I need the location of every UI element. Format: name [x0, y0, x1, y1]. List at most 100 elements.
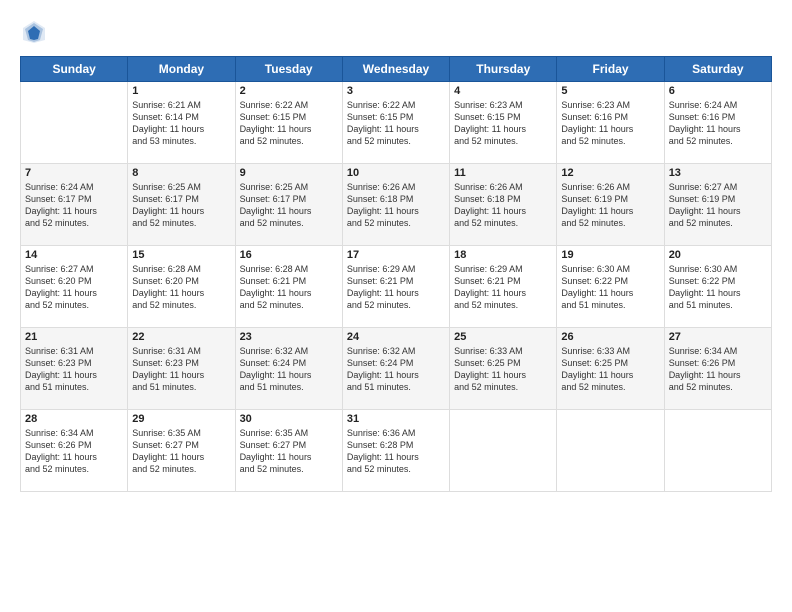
calendar-cell: 20 Sunrise: 6:30 AM Sunset: 6:22 PM Dayli… [664, 246, 771, 328]
week-row-3: 21 Sunrise: 6:31 AM Sunset: 6:23 PM Dayli… [21, 328, 772, 410]
weekday-thursday: Thursday [450, 57, 557, 82]
day-info: Sunrise: 6:27 AM Sunset: 6:20 PM Dayligh… [25, 263, 123, 312]
page: SundayMondayTuesdayWednesdayThursdayFrid… [0, 0, 792, 612]
day-info: Sunrise: 6:35 AM Sunset: 6:27 PM Dayligh… [132, 427, 230, 476]
weekday-header-row: SundayMondayTuesdayWednesdayThursdayFrid… [21, 57, 772, 82]
day-number: 4 [454, 85, 552, 97]
day-number: 16 [240, 249, 338, 261]
day-info: Sunrise: 6:36 AM Sunset: 6:28 PM Dayligh… [347, 427, 445, 476]
calendar-cell: 18 Sunrise: 6:29 AM Sunset: 6:21 PM Dayli… [450, 246, 557, 328]
header [20, 18, 772, 46]
day-number: 3 [347, 85, 445, 97]
calendar-cell [664, 410, 771, 492]
day-number: 11 [454, 167, 552, 179]
day-number: 30 [240, 413, 338, 425]
day-number: 20 [669, 249, 767, 261]
day-info: Sunrise: 6:25 AM Sunset: 6:17 PM Dayligh… [132, 181, 230, 230]
day-number: 28 [25, 413, 123, 425]
calendar-cell: 27Sunrise: 6:34 AM Sunset: 6:26 PM Dayli… [664, 328, 771, 410]
weekday-saturday: Saturday [664, 57, 771, 82]
day-number: 21 [25, 331, 123, 343]
calendar-cell: 5Sunrise: 6:23 AM Sunset: 6:16 PM Daylig… [557, 82, 664, 164]
day-number: 2 [240, 85, 338, 97]
day-info: Sunrise: 6:22 AM Sunset: 6:15 PM Dayligh… [347, 99, 445, 148]
calendar-cell: 6 Sunrise: 6:24 AM Sunset: 6:16 PM Daylig… [664, 82, 771, 164]
week-row-0: 1 Sunrise: 6:21 AM Sunset: 6:14 PM Daylig… [21, 82, 772, 164]
day-info: Sunrise: 6:33 AM Sunset: 6:25 PM Dayligh… [454, 345, 552, 394]
calendar-cell: 8 Sunrise: 6:25 AM Sunset: 6:17 PM Daylig… [128, 164, 235, 246]
day-info: Sunrise: 6:23 AM Sunset: 6:16 PM Dayligh… [561, 99, 659, 148]
day-number: 19 [561, 249, 659, 261]
day-info: Sunrise: 6:24 AM Sunset: 6:16 PM Dayligh… [669, 99, 767, 148]
day-info: Sunrise: 6:23 AM Sunset: 6:15 PM Dayligh… [454, 99, 552, 148]
day-info: Sunrise: 6:32 AM Sunset: 6:24 PM Dayligh… [347, 345, 445, 394]
calendar-cell: 9 Sunrise: 6:25 AM Sunset: 6:17 PM Daylig… [235, 164, 342, 246]
calendar-cell: 12 Sunrise: 6:26 AM Sunset: 6:19 PM Dayli… [557, 164, 664, 246]
day-number: 14 [25, 249, 123, 261]
calendar-cell: 17 Sunrise: 6:29 AM Sunset: 6:21 PM Dayli… [342, 246, 449, 328]
calendar-cell: 10 Sunrise: 6:26 AM Sunset: 6:18 PM Dayli… [342, 164, 449, 246]
day-number: 1 [132, 85, 230, 97]
calendar-cell [557, 410, 664, 492]
day-number: 31 [347, 413, 445, 425]
day-number: 7 [25, 167, 123, 179]
calendar-cell: 26Sunrise: 6:33 AM Sunset: 6:25 PM Dayli… [557, 328, 664, 410]
day-number: 27 [669, 331, 767, 343]
day-number: 17 [347, 249, 445, 261]
weekday-monday: Monday [128, 57, 235, 82]
day-info: Sunrise: 6:30 AM Sunset: 6:22 PM Dayligh… [561, 263, 659, 312]
calendar-cell [450, 410, 557, 492]
day-number: 15 [132, 249, 230, 261]
day-info: Sunrise: 6:32 AM Sunset: 6:24 PM Dayligh… [240, 345, 338, 394]
calendar-cell [21, 82, 128, 164]
day-number: 24 [347, 331, 445, 343]
day-info: Sunrise: 6:35 AM Sunset: 6:27 PM Dayligh… [240, 427, 338, 476]
day-info: Sunrise: 6:28 AM Sunset: 6:21 PM Dayligh… [240, 263, 338, 312]
day-info: Sunrise: 6:31 AM Sunset: 6:23 PM Dayligh… [132, 345, 230, 394]
day-info: Sunrise: 6:30 AM Sunset: 6:22 PM Dayligh… [669, 263, 767, 312]
day-info: Sunrise: 6:25 AM Sunset: 6:17 PM Dayligh… [240, 181, 338, 230]
day-info: Sunrise: 6:26 AM Sunset: 6:18 PM Dayligh… [454, 181, 552, 230]
weekday-wednesday: Wednesday [342, 57, 449, 82]
calendar-cell: 1 Sunrise: 6:21 AM Sunset: 6:14 PM Daylig… [128, 82, 235, 164]
calendar-cell: 4 Sunrise: 6:23 AM Sunset: 6:15 PM Daylig… [450, 82, 557, 164]
weekday-tuesday: Tuesday [235, 57, 342, 82]
day-number: 23 [240, 331, 338, 343]
calendar-cell: 22 Sunrise: 6:31 AM Sunset: 6:23 PM Dayli… [128, 328, 235, 410]
logo-icon [20, 18, 48, 46]
day-info: Sunrise: 6:26 AM Sunset: 6:18 PM Dayligh… [347, 181, 445, 230]
day-info: Sunrise: 6:34 AM Sunset: 6:26 PM Dayligh… [25, 427, 123, 476]
day-number: 18 [454, 249, 552, 261]
calendar-cell: 28 Sunrise: 6:34 AM Sunset: 6:26 PM Dayli… [21, 410, 128, 492]
day-number: 12 [561, 167, 659, 179]
day-info: Sunrise: 6:29 AM Sunset: 6:21 PM Dayligh… [454, 263, 552, 312]
weekday-friday: Friday [557, 57, 664, 82]
week-row-2: 14 Sunrise: 6:27 AM Sunset: 6:20 PM Dayli… [21, 246, 772, 328]
calendar-cell: 3 Sunrise: 6:22 AM Sunset: 6:15 PM Daylig… [342, 82, 449, 164]
logo [20, 18, 52, 46]
day-number: 10 [347, 167, 445, 179]
calendar-cell: 14 Sunrise: 6:27 AM Sunset: 6:20 PM Dayli… [21, 246, 128, 328]
day-info: Sunrise: 6:21 AM Sunset: 6:14 PM Dayligh… [132, 99, 230, 148]
calendar-cell: 23 Sunrise: 6:32 AM Sunset: 6:24 PM Dayli… [235, 328, 342, 410]
day-info: Sunrise: 6:33 AM Sunset: 6:25 PM Dayligh… [561, 345, 659, 394]
week-row-1: 7Sunrise: 6:24 AM Sunset: 6:17 PM Daylig… [21, 164, 772, 246]
calendar-cell: 29Sunrise: 6:35 AM Sunset: 6:27 PM Dayli… [128, 410, 235, 492]
day-info: Sunrise: 6:31 AM Sunset: 6:23 PM Dayligh… [25, 345, 123, 394]
day-number: 22 [132, 331, 230, 343]
calendar-cell: 31 Sunrise: 6:36 AM Sunset: 6:28 PM Dayli… [342, 410, 449, 492]
calendar-cell: 15 Sunrise: 6:28 AM Sunset: 6:20 PM Dayli… [128, 246, 235, 328]
day-number: 13 [669, 167, 767, 179]
day-info: Sunrise: 6:28 AM Sunset: 6:20 PM Dayligh… [132, 263, 230, 312]
day-number: 8 [132, 167, 230, 179]
calendar-cell: 11 Sunrise: 6:26 AM Sunset: 6:18 PM Dayli… [450, 164, 557, 246]
calendar-cell: 13 Sunrise: 6:27 AM Sunset: 6:19 PM Dayli… [664, 164, 771, 246]
day-number: 9 [240, 167, 338, 179]
day-info: Sunrise: 6:29 AM Sunset: 6:21 PM Dayligh… [347, 263, 445, 312]
day-info: Sunrise: 6:26 AM Sunset: 6:19 PM Dayligh… [561, 181, 659, 230]
day-number: 6 [669, 85, 767, 97]
calendar-cell: 16 Sunrise: 6:28 AM Sunset: 6:21 PM Dayli… [235, 246, 342, 328]
day-info: Sunrise: 6:27 AM Sunset: 6:19 PM Dayligh… [669, 181, 767, 230]
calendar-cell: 24 Sunrise: 6:32 AM Sunset: 6:24 PM Dayli… [342, 328, 449, 410]
calendar-cell: 19 Sunrise: 6:30 AM Sunset: 6:22 PM Dayli… [557, 246, 664, 328]
